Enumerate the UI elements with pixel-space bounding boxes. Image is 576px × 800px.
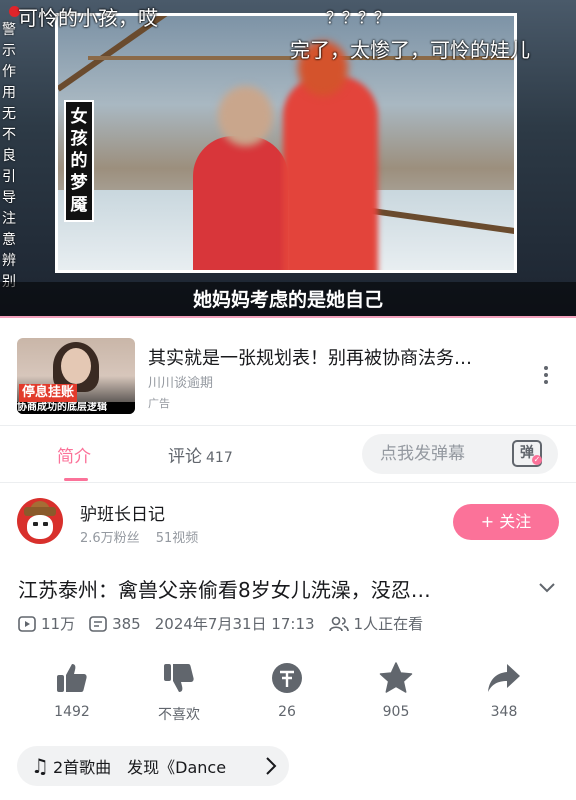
chevron-down-icon[interactable] xyxy=(538,578,556,596)
video-title[interactable]: 江苏泰州：禽兽父亲偷看8岁女儿洗澡，没忍… xyxy=(18,574,431,603)
uploader-videos: 51视频 xyxy=(155,531,199,546)
uploader-stats: 2.6万粉丝 51视频 xyxy=(80,527,198,546)
ad-thumb-caption: 停息挂账 xyxy=(19,384,78,402)
music-count: 2首歌曲 xyxy=(52,758,112,777)
star-icon xyxy=(356,660,436,696)
music-note-icon: ♫ xyxy=(31,754,49,778)
video-scene-adult xyxy=(283,76,378,270)
more-vertical-icon[interactable] xyxy=(536,366,556,390)
danmaku-comment: 可怜的小孩，哎 xyxy=(18,6,158,30)
warning-notice: 警示作用无不良引导注意辨别 xyxy=(2,22,16,290)
danmaku-toggle-button[interactable]: 弹 ✓ xyxy=(498,434,558,474)
tab-comments-label: 评论 xyxy=(168,447,202,467)
subtitle-text: 她妈妈考虑的是她自己 xyxy=(192,289,383,311)
avatar-eye xyxy=(33,522,38,526)
video-scene-child-head xyxy=(218,86,273,146)
check-icon: ✓ xyxy=(532,455,542,465)
avatar-eye xyxy=(43,522,48,526)
video-overlay-label: 女孩的梦魇 xyxy=(64,100,94,222)
danmaku-comment: ？？？？ xyxy=(326,8,391,27)
ad-source: 川川谈逾期 xyxy=(148,376,214,391)
music-chip[interactable]: ♫ 2首歌曲 发现《Dance xyxy=(17,746,289,786)
danmaku-comment: 完了，太惨了，可怜的娃儿 xyxy=(290,38,530,62)
video-meta: 11万 385 2024年7月31日 17:13 1人正在看 xyxy=(18,613,437,634)
ad-card[interactable]: 停息挂账 协商成功的底层逻辑 其实就是一张规划表！别再被协商法务… 川川谈逾期 … xyxy=(0,330,576,422)
comment-count: 417 xyxy=(206,450,233,466)
divider xyxy=(0,425,576,426)
thumbs-down-icon xyxy=(139,660,219,696)
video-scene-child xyxy=(193,136,288,270)
avatar-face xyxy=(27,515,53,539)
play-count-icon xyxy=(18,615,36,632)
tab-comments[interactable]: 评论 417 xyxy=(168,442,233,467)
danmaku-count-text: 385 xyxy=(112,614,141,633)
tab-intro[interactable]: 简介 xyxy=(57,442,91,467)
dislike-label: 不喜欢 xyxy=(158,707,200,723)
view-count-text: 11万 xyxy=(41,615,76,633)
coin-button[interactable]: 26 xyxy=(247,660,327,720)
coin-count: 26 xyxy=(278,704,296,720)
music-discover: 发现《Dance xyxy=(127,758,227,777)
coin-icon xyxy=(247,660,327,696)
uploader-name[interactable]: 驴班长日记 xyxy=(80,500,165,525)
video-subtitle: 她妈妈考虑的是她自己 xyxy=(0,282,576,318)
share-count: 348 xyxy=(490,704,518,720)
video-player[interactable]: 可怜的小孩，哎 ？？？？ 完了，太惨了，可怜的娃儿 警示作用无不良引导注意辨别 … xyxy=(0,0,576,318)
ad-thumb-subcaption: 协商成功的底层逻辑 xyxy=(17,402,135,414)
danmaku-count: 385 xyxy=(89,615,141,633)
dislike-button[interactable]: 不喜欢 xyxy=(139,660,219,724)
favorite-count: 905 xyxy=(382,704,410,720)
view-count: 11万 xyxy=(18,613,75,634)
share-icon xyxy=(464,660,544,696)
ad-thumbnail[interactable]: 停息挂账 协商成功的底层逻辑 xyxy=(17,338,135,414)
like-count: 1492 xyxy=(54,704,90,720)
follow-button[interactable]: + 关注 xyxy=(453,504,559,540)
danmaku-input[interactable]: 点我发弹幕 xyxy=(362,434,498,474)
like-button[interactable]: 1492 xyxy=(32,660,112,720)
ad-thumb-face xyxy=(61,348,91,384)
favorite-button[interactable]: 905 xyxy=(356,660,436,720)
publish-date: 2024年7月31日 17:13 xyxy=(154,615,315,633)
danmaku-count-icon xyxy=(89,615,107,632)
video-progress-bar[interactable] xyxy=(0,316,576,318)
share-button[interactable]: 348 xyxy=(464,660,544,720)
avatar[interactable] xyxy=(17,498,63,544)
tab-active-indicator xyxy=(64,478,88,481)
people-icon xyxy=(328,616,349,631)
watching-now-text: 1人正在看 xyxy=(353,615,424,633)
ad-badge: 广告 xyxy=(148,397,170,410)
divider xyxy=(0,482,576,483)
uploader-fans: 2.6万粉丝 xyxy=(80,531,140,546)
chevron-right-icon xyxy=(266,757,277,775)
watching-now: 1人正在看 xyxy=(328,613,424,634)
thumbs-up-icon xyxy=(32,660,112,696)
ad-title[interactable]: 其实就是一张规划表！别再被协商法务… xyxy=(148,344,472,370)
